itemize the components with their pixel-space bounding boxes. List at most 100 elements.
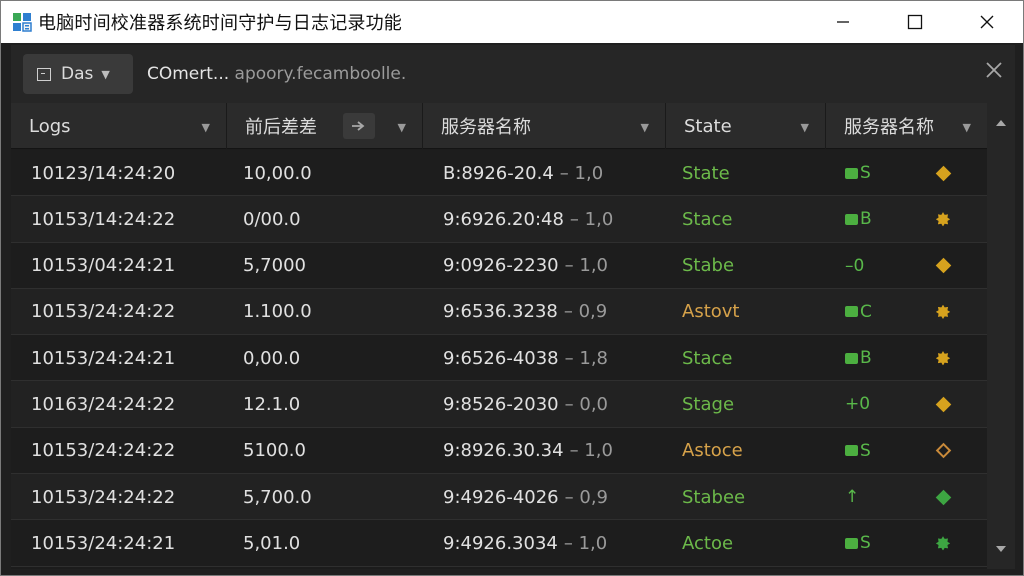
status-mark[interactable] <box>933 335 953 381</box>
server-name: 9:6536.3238– 0,9 <box>443 289 607 335</box>
filter-dropdown[interactable]: Das ▼ <box>23 54 133 94</box>
server-name: 9:0926-2230– 1,0 <box>443 243 608 289</box>
server-delta: – 0,9 <box>563 301 608 323</box>
status-mark[interactable] <box>933 381 953 427</box>
search-main-text: COmert... <box>147 64 230 84</box>
maximize-icon <box>907 14 923 30</box>
server-delta: – 1,0 <box>569 440 613 462</box>
column-header-server[interactable]: 服务器名称 ▼ <box>423 103 666 149</box>
close-button[interactable] <box>951 1 1023 43</box>
gear-icon <box>936 351 950 366</box>
table-row[interactable]: 10123/14:24:20 10,00.0 B:8926-20.4– 1,0 Sta… <box>11 150 987 197</box>
server-address: 9:8926.30.34 <box>443 440 564 462</box>
status-code-label: S <box>860 440 871 461</box>
diamond-icon <box>935 257 951 274</box>
server-delta: – 1,0 <box>563 532 608 554</box>
server-address: B:8926-20.4 <box>443 162 554 184</box>
table-row[interactable]: 10153/24:24:22 5100.0 9:8926.30.34– 1,0 Ast… <box>11 427 987 475</box>
status-square-icon <box>845 167 858 179</box>
server-delta: – 1,0 <box>564 255 608 277</box>
search-input[interactable]: COmert... apoory.fecamboolle. <box>147 64 406 84</box>
server-delta: – 1,8 <box>564 347 608 369</box>
table-row[interactable]: 10153/24:24:21 0,00.0 9:6526-4038– 1,8 Stac… <box>11 335 987 382</box>
status-code: +0 <box>845 381 870 427</box>
status-square-icon <box>845 213 858 225</box>
window-controls <box>807 1 1023 43</box>
status-mark[interactable] <box>933 520 953 566</box>
time-offset: 5100.0 <box>243 440 306 462</box>
server-address: 9:4926.3034 <box>443 532 558 554</box>
table-row[interactable]: 10153/14:24:22 0/00.0 9:6926.20:48– 1,0 Sta… <box>11 196 987 243</box>
server-address: 9:4926-4026 <box>443 486 559 508</box>
filter-dropdown-label: Das <box>61 64 94 84</box>
clear-search-button[interactable] <box>985 59 1003 87</box>
status-text: State <box>682 162 730 184</box>
minimize-button[interactable] <box>807 1 879 43</box>
log-time: 10123/14:24:20 <box>31 162 176 184</box>
status-mark[interactable] <box>933 243 953 289</box>
sort-arrow-button[interactable] <box>343 113 375 139</box>
table-row[interactable]: 10163/24:24:22 12.1.0 9:8526-2030– 0,0 Stag… <box>11 381 987 428</box>
status-code: S <box>845 150 871 196</box>
status-text: Astovt <box>682 301 740 323</box>
diamond-icon <box>935 165 951 181</box>
column-header-server-2[interactable]: 服务器名称 ▼ <box>826 103 987 149</box>
column-header-offset[interactable]: 前后差差 ▼ <box>227 103 423 149</box>
app-logo-icon <box>12 12 32 32</box>
status-text: Stage <box>682 393 735 415</box>
server-name: B:8926-20.4– 1,0 <box>443 150 603 196</box>
log-time: 10153/24:24:22 <box>31 440 176 462</box>
table-header: Logs ▼ 前后差差 ▼ 服务器名称 ▼ State ▼ 服务器名称 ▼ <box>11 103 987 149</box>
scroll-up-button[interactable] <box>987 109 1015 137</box>
status-code-label: ↑ <box>845 487 860 508</box>
time-offset: 1.100.0 <box>243 301 312 323</box>
arrow-down-icon <box>996 546 1006 552</box>
status-mark[interactable] <box>933 196 953 242</box>
time-offset: 5,7000 <box>243 255 306 277</box>
column-header-logs[interactable]: Logs ▼ <box>11 103 227 149</box>
log-time: 10153/14:24:22 <box>31 208 176 230</box>
server-address: 9:8526-2030 <box>443 393 559 415</box>
status-mark[interactable] <box>933 289 953 335</box>
time-offset: 5,01.0 <box>243 532 301 554</box>
search-rest-text: apoory.fecamboolle. <box>234 64 407 84</box>
status-code: –0 <box>845 243 864 289</box>
status-text: Stabe <box>682 255 735 277</box>
server-name: 9:8926.30.34– 1,0 <box>443 428 613 474</box>
table-row[interactable]: 10153/04:24:21 5,7000 9:0926-2230– 1,0 Stab… <box>11 242 987 289</box>
table-row[interactable]: 10153/24:24:22 5,700.0 9:4926-4026– 0,9 Sta… <box>11 474 987 521</box>
table-row[interactable]: 10153/24:24:22 1.100.0 9:6536.3238– 0,9 Ast… <box>11 288 987 336</box>
scroll-down-button[interactable] <box>987 535 1015 563</box>
status-code: S <box>845 520 871 566</box>
status-mark[interactable] <box>933 428 953 474</box>
status-code: ↑ <box>845 474 859 520</box>
vertical-scrollbar[interactable] <box>987 103 1015 569</box>
status-code-label: +0 <box>845 394 871 415</box>
server-name: 9:4926.3034– 1,0 <box>443 520 607 566</box>
status-code-label: B <box>860 209 872 230</box>
server-delta: – 1,0 <box>569 208 614 230</box>
status-code-label: B <box>860 348 872 369</box>
column-header-state[interactable]: State ▼ <box>666 103 826 149</box>
log-time: 10163/24:24:22 <box>31 393 176 415</box>
diamond-icon <box>935 396 951 413</box>
log-time: 10153/24:24:22 <box>31 301 176 323</box>
table-row[interactable]: 10153/24:24:21 5,01.0 9:4926.3034– 1,0 Acto… <box>11 520 987 567</box>
status-code: B <box>845 196 872 242</box>
status-text: Stace <box>682 347 733 369</box>
server-delta: – 0,9 <box>564 486 608 508</box>
status-mark[interactable] <box>933 474 953 520</box>
maximize-button[interactable] <box>879 1 951 43</box>
title-bar: 电脑时间校准器系统时间守护与日志记录功能 <box>1 1 1023 43</box>
status-code: B <box>845 335 872 381</box>
arrow-right-icon <box>352 121 365 131</box>
server-address: 9:0926-2230 <box>443 255 559 277</box>
status-mark[interactable] <box>933 150 953 196</box>
status-code: S <box>845 428 871 474</box>
diamond-icon <box>935 489 951 505</box>
log-time: 10153/24:24:21 <box>31 532 176 554</box>
chevron-down-icon: ▼ <box>101 67 110 81</box>
diamond-outline-icon <box>935 443 951 459</box>
server-name: 9:6526-4038– 1,8 <box>443 335 608 381</box>
gear-icon <box>936 212 950 227</box>
